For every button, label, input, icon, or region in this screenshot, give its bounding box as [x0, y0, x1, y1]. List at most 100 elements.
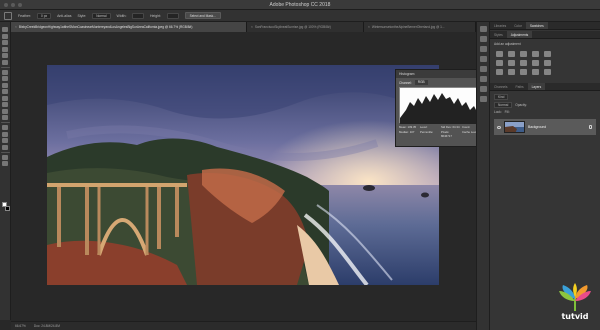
brush-tool-icon[interactable] [2, 76, 8, 81]
coastline-photo [47, 65, 439, 285]
histogram-stats: Mean: 109.35 Level: Std Dev: 64.34 Count… [396, 125, 484, 138]
document-tab[interactable]: × WintersunsetontheAlpineBernerOberland.j… [364, 22, 476, 32]
histogram-title: Histogram [396, 70, 484, 78]
layer-thumbnail [504, 121, 525, 133]
actions-panel-icon[interactable] [479, 56, 487, 62]
gradient-map-icon[interactable] [532, 69, 539, 75]
history-brush-tool-icon[interactable] [2, 89, 8, 94]
crop-tool-icon[interactable] [2, 53, 8, 58]
curves-icon[interactable] [520, 51, 527, 57]
histogram-panel-icon[interactable] [479, 96, 487, 102]
clone-stamp-tool-icon[interactable] [2, 82, 8, 88]
eyedropper-tool-icon[interactable] [2, 59, 8, 65]
eye-icon[interactable] [497, 125, 501, 129]
close-tab-icon[interactable]: × [368, 22, 370, 32]
tab-adjustments[interactable]: Adjustments [506, 31, 533, 38]
brightness-contrast-icon[interactable] [496, 51, 503, 57]
fill-label: Fill: [504, 110, 510, 114]
height-label: Height: [150, 13, 162, 18]
style-label: Style: [77, 13, 87, 18]
tab-layers[interactable]: Layers [527, 83, 546, 90]
stat-level: Level: [420, 125, 428, 129]
tab-libraries[interactable]: Libraries [490, 22, 510, 29]
background-color-swatch[interactable] [5, 206, 10, 211]
blend-mode-select[interactable]: Normal [494, 102, 513, 108]
dodge-tool-icon[interactable] [2, 115, 8, 120]
exposure-icon[interactable] [532, 51, 539, 57]
selective-color-icon[interactable] [544, 69, 551, 75]
brush-panel-icon[interactable] [479, 66, 487, 72]
antialias-checkbox[interactable]: Anti-alias [57, 14, 71, 18]
tab-swatches[interactable]: Swatches [525, 22, 548, 29]
type-tool-icon[interactable] [2, 131, 8, 137]
blend-row: Normal Opacity: [494, 102, 596, 108]
layer-name: Background [528, 125, 547, 129]
options-bar: Feather: 0 px Anti-alias Style: Normal W… [0, 10, 600, 22]
lock-label: Lock: [494, 110, 502, 114]
channel-mixer-icon[interactable] [544, 60, 551, 66]
feather-label: Feather: [18, 13, 32, 18]
info-panel-icon[interactable] [479, 46, 487, 52]
document-tab[interactable]: × SanFranciscoSkylineatSunrise.jpg @ 100%… [247, 22, 364, 32]
lasso-tool-icon[interactable] [2, 40, 8, 45]
select-and-mask-button[interactable]: Select and Mask... [184, 12, 221, 19]
shape-tool-icon[interactable] [2, 144, 8, 150]
layer-row[interactable]: Background [494, 119, 596, 135]
marquee-tool-icon[interactable] [4, 11, 12, 20]
canvas-area[interactable]: Histogram Channel: RGB Mean: 109.35 Leve… [11, 32, 485, 321]
properties-panel-icon[interactable] [479, 36, 487, 42]
stat-stddev: Std Dev: 64.34 [441, 125, 460, 129]
document-tab[interactable]: × BixbyCreekBridgeonHighway1attheSMonCoas… [11, 22, 247, 32]
tab-channels[interactable]: Channels [490, 83, 511, 90]
width-input[interactable] [132, 12, 144, 19]
pen-tool-icon[interactable] [2, 125, 8, 130]
tab-paths[interactable]: Paths [511, 83, 527, 90]
adjustment-panel-tabs: Styles Adjustments [490, 31, 600, 39]
stat-percentile: Percentile: [420, 130, 434, 134]
color-panel-tabs: Libraries Color Swatches [490, 22, 600, 30]
document-tabs: × BixbyCreekBridgeonHighway1attheSMonCoas… [11, 22, 476, 32]
zoom-tool-icon[interactable] [2, 161, 8, 166]
levels-icon[interactable] [508, 51, 515, 57]
quick-select-tool-icon[interactable] [2, 46, 8, 52]
tab-styles[interactable]: Styles [490, 31, 507, 38]
layer-filter-row: Kind [494, 94, 596, 100]
adjustment-icons [490, 49, 600, 77]
paragraph-panel-icon[interactable] [479, 86, 487, 92]
path-selection-tool-icon[interactable] [2, 138, 8, 143]
hand-tool-icon[interactable] [2, 154, 8, 160]
invert-icon[interactable] [496, 69, 503, 75]
height-input[interactable] [167, 12, 179, 19]
photo-filter-icon[interactable] [532, 60, 539, 66]
channel-select[interactable]: RGB [414, 80, 428, 85]
move-tool-icon[interactable] [2, 27, 8, 32]
tab-color[interactable]: Color [510, 22, 526, 29]
add-adjustment-label: Add an adjustment [494, 42, 521, 46]
histogram-panel[interactable]: Histogram Channel: RGB Mean: 109.35 Leve… [395, 69, 485, 147]
watermark-brand: tutvid [561, 312, 589, 321]
hue-saturation-icon[interactable] [496, 60, 503, 66]
posterize-icon[interactable] [508, 69, 515, 75]
document-image[interactable] [47, 65, 439, 285]
feather-input[interactable]: 0 px [37, 12, 52, 19]
blur-tool-icon[interactable] [2, 108, 8, 114]
zoom-level[interactable]: 66.67% [15, 324, 26, 328]
color-balance-icon[interactable] [508, 60, 515, 66]
layer-kind-filter[interactable]: Kind [494, 94, 509, 100]
gradient-tool-icon[interactable] [2, 102, 8, 107]
threshold-icon[interactable] [520, 69, 527, 75]
history-panel-icon[interactable] [479, 26, 487, 32]
close-tab-icon[interactable]: × [251, 22, 253, 32]
tools-panel [0, 22, 11, 320]
vibrance-icon[interactable] [544, 51, 551, 57]
style-select[interactable]: Normal [92, 12, 111, 19]
black-white-icon[interactable] [520, 60, 527, 66]
tutvid-logo: tutvid [555, 283, 595, 327]
document-tab-label: BixbyCreekBridgeonHighway1attheSMonCoast… [18, 25, 193, 29]
title-bar: Adobe Photoshop CC 2018 [0, 0, 600, 10]
close-tab-icon[interactable]: × [15, 22, 17, 32]
marquee-tool-icon[interactable] [2, 33, 8, 39]
character-panel-icon[interactable] [479, 76, 487, 82]
eraser-tool-icon[interactable] [2, 95, 8, 101]
healing-brush-tool-icon[interactable] [2, 69, 8, 75]
